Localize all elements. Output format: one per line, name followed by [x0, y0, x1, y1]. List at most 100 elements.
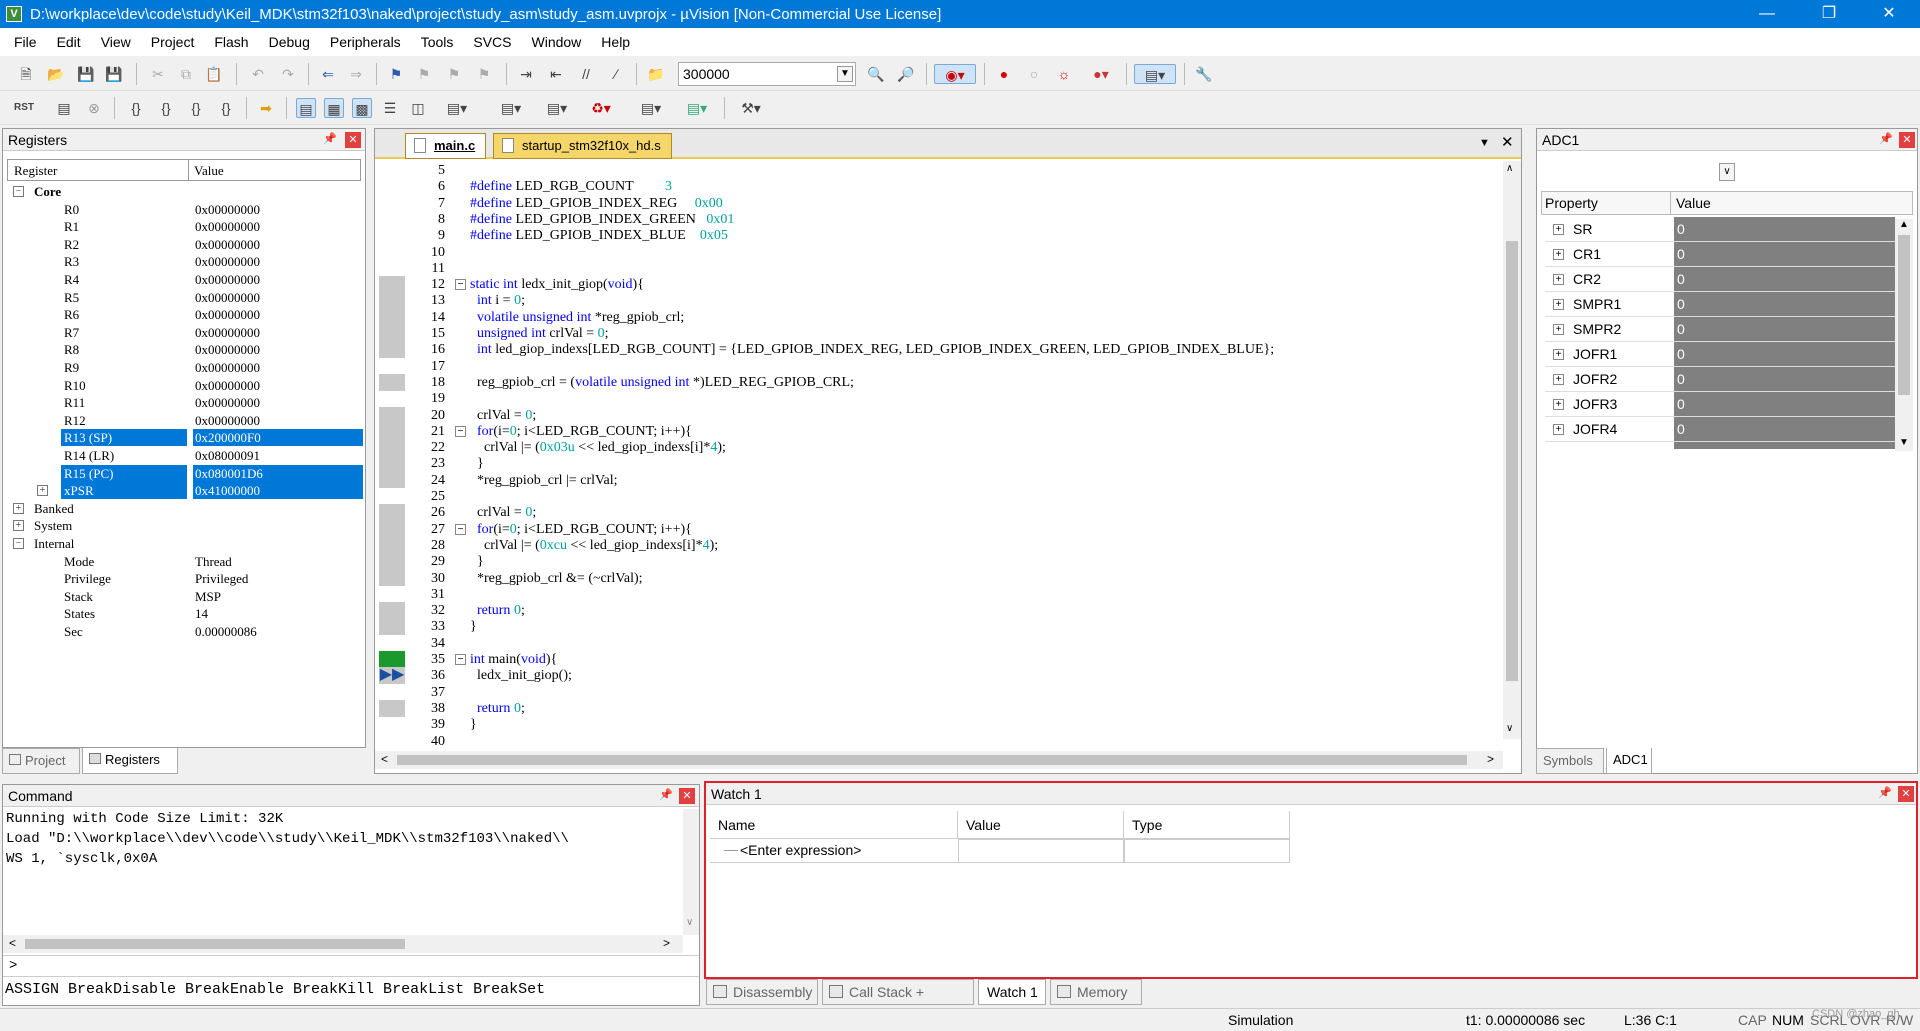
- register-row[interactable]: R5 0x00000000: [7, 289, 363, 306]
- call-stack-window-icon[interactable]: ◫: [408, 98, 428, 118]
- unindent-icon[interactable]: ⇤: [546, 64, 566, 84]
- command-vertical-scrollbar[interactable]: ∨: [683, 809, 699, 935]
- tab-symbols[interactable]: Symbols: [1536, 748, 1604, 774]
- register-row[interactable]: R6 0x00000000: [7, 306, 363, 323]
- menu-svcs[interactable]: SVCS: [463, 34, 521, 50]
- code-line[interactable]: #define LED_GPIOB_INDEX_REG 0x00: [470, 196, 723, 212]
- command-window-icon[interactable]: ▤: [296, 98, 316, 118]
- tab-list-chevron-icon[interactable]: ▼: [1479, 137, 1490, 149]
- register-row[interactable]: + Banked: [7, 500, 363, 517]
- register-value[interactable]: 0x00000000: [193, 341, 363, 358]
- register-row[interactable]: + System: [7, 517, 363, 534]
- code-line[interactable]: int main(void){: [470, 652, 557, 668]
- fold-toggle-icon[interactable]: −: [455, 523, 466, 535]
- tab-project[interactable]: Project: [2, 748, 80, 774]
- scroll-down-icon[interactable]: ∨: [686, 917, 693, 928]
- register-row[interactable]: + xPSR 0x41000000: [7, 482, 363, 500]
- expand-icon[interactable]: +: [1553, 374, 1564, 385]
- tab-watch1[interactable]: Watch 1: [978, 979, 1046, 1005]
- analysis-windows-icon[interactable]: ♻▾: [584, 98, 618, 118]
- adc-property-row[interactable]: + JOFR1 0: [1545, 342, 1895, 367]
- register-row[interactable]: R7 0x00000000: [7, 324, 363, 341]
- register-row[interactable]: R13 (SP) 0x200000F0: [7, 429, 363, 447]
- register-row[interactable]: Stack MSP: [7, 588, 363, 605]
- adc-property-value[interactable]: 0: [1674, 442, 1895, 449]
- incremental-find-icon[interactable]: 🔎: [896, 64, 916, 84]
- adc-property-row[interactable]: + CR1 0: [1545, 242, 1895, 267]
- adc-property-value[interactable]: 0: [1674, 367, 1895, 391]
- nav-back-icon[interactable]: ⇐: [318, 64, 338, 84]
- memory-windows-icon[interactable]: ▤▾: [494, 98, 528, 118]
- code-line[interactable]: }: [470, 554, 484, 570]
- register-row[interactable]: Privilege Privileged: [7, 570, 363, 587]
- start-stop-debug-icon[interactable]: ◉▾: [934, 64, 976, 84]
- col-value[interactable]: Value: [194, 163, 224, 179]
- menu-window[interactable]: Window: [522, 34, 592, 50]
- register-row[interactable]: Sec 0.00000086: [7, 623, 363, 640]
- close-icon[interactable]: ✕: [1501, 133, 1514, 151]
- scroll-down-icon[interactable]: ▼: [1899, 437, 1909, 448]
- code-line[interactable]: *reg_gpiob_crl &= (~crlVal);: [470, 571, 643, 587]
- open-folder-icon[interactable]: 📂: [46, 64, 66, 84]
- code-line[interactable]: reg_gpiob_crl = (volatile unsigned int *…: [470, 375, 854, 391]
- adc-combo-chevron-icon[interactable]: ∨: [1719, 163, 1735, 181]
- menu-debug[interactable]: Debug: [259, 34, 320, 50]
- tab-main-c[interactable]: main.c: [405, 133, 487, 159]
- show-next-statement-icon[interactable]: ➡: [256, 98, 276, 118]
- hscroll-thumb[interactable]: [25, 939, 405, 949]
- code-line[interactable]: #define LED_GPIOB_INDEX_GREEN 0x01: [470, 212, 734, 228]
- adc-property-row[interactable]: + CR2 0: [1545, 267, 1895, 292]
- register-row[interactable]: − Core: [7, 183, 363, 200]
- scroll-down-icon[interactable]: ∨: [1506, 723, 1513, 734]
- code-line[interactable]: static int ledx_init_giop(void){: [470, 277, 644, 293]
- trace-windows-icon[interactable]: ▤▾: [634, 98, 668, 118]
- menu-edit[interactable]: Edit: [47, 34, 91, 50]
- adc-property-value[interactable]: 0: [1674, 267, 1895, 291]
- register-value[interactable]: 0x00000000: [193, 253, 363, 270]
- system-viewer-icon[interactable]: ▤▾: [680, 98, 714, 118]
- bookmark-icon[interactable]: ⚑: [386, 64, 406, 84]
- breakpoint-icon[interactable]: ●: [994, 64, 1014, 84]
- uncomment-icon[interactable]: ∕: [606, 64, 626, 84]
- cut-icon[interactable]: ✂: [148, 64, 168, 84]
- command-input[interactable]: >: [3, 955, 699, 977]
- code-line[interactable]: }: [470, 456, 484, 472]
- col-property[interactable]: Property: [1545, 192, 1598, 214]
- register-value[interactable]: 0x00000000: [193, 201, 363, 218]
- reset-icon[interactable]: RST: [14, 98, 34, 118]
- minimize-icon[interactable]: —: [1744, 0, 1790, 28]
- register-row[interactable]: − Internal: [7, 535, 363, 552]
- adc1-vertical-scrollbar[interactable]: ▲ ▼: [1895, 219, 1913, 451]
- undo-icon[interactable]: ↶: [248, 64, 268, 84]
- code-line[interactable]: #define LED_GPIOB_INDEX_BLUE 0x05: [470, 228, 728, 244]
- register-value[interactable]: 0x00000000: [193, 394, 363, 411]
- register-value[interactable]: 0x41000000: [193, 482, 363, 500]
- register-value[interactable]: 0x00000000: [193, 359, 363, 376]
- redo-icon[interactable]: ↷: [278, 64, 298, 84]
- tab-call-stack[interactable]: Call Stack + Locals: [822, 979, 974, 1024]
- menu-peripherals[interactable]: Peripherals: [320, 34, 411, 50]
- code-line[interactable]: for(i=0; i<LED_RGB_COUNT; i++){: [470, 522, 692, 538]
- expand-icon[interactable]: +: [1553, 274, 1564, 285]
- collapse-icon[interactable]: −: [13, 538, 24, 549]
- register-value[interactable]: Privileged: [193, 570, 363, 587]
- prev-bookmark-icon[interactable]: ⚑: [414, 64, 434, 84]
- nav-forward-icon[interactable]: ⇒: [346, 64, 366, 84]
- enter-expression[interactable]: <Enter expression>: [740, 842, 861, 858]
- code-line[interactable]: #define LED_RGB_COUNT 3: [470, 179, 672, 195]
- code-line[interactable]: int led_giop_indexs[LED_RGB_COUNT] = {LE…: [470, 342, 1274, 358]
- chevron-down-icon[interactable]: ▼: [837, 66, 853, 82]
- tab-adc1[interactable]: ADC1: [1606, 748, 1652, 774]
- tab-memory1[interactable]: Memory 1: [1050, 979, 1142, 1024]
- new-file-icon[interactable]: 🗎: [16, 64, 36, 84]
- register-value[interactable]: 0x00000000: [193, 412, 363, 429]
- scroll-right-icon[interactable]: >: [1487, 752, 1494, 766]
- indent-icon[interactable]: ⇥: [516, 64, 536, 84]
- col-type[interactable]: Type: [1124, 811, 1290, 839]
- register-value[interactable]: 0x00000000: [193, 236, 363, 253]
- copy-icon[interactable]: ⧉: [176, 64, 196, 84]
- expand-icon[interactable]: +: [1553, 399, 1564, 410]
- register-row[interactable]: R12 0x00000000: [7, 412, 363, 429]
- code-line[interactable]: }: [470, 717, 477, 733]
- register-row[interactable]: R14 (LR) 0x08000091: [7, 447, 363, 464]
